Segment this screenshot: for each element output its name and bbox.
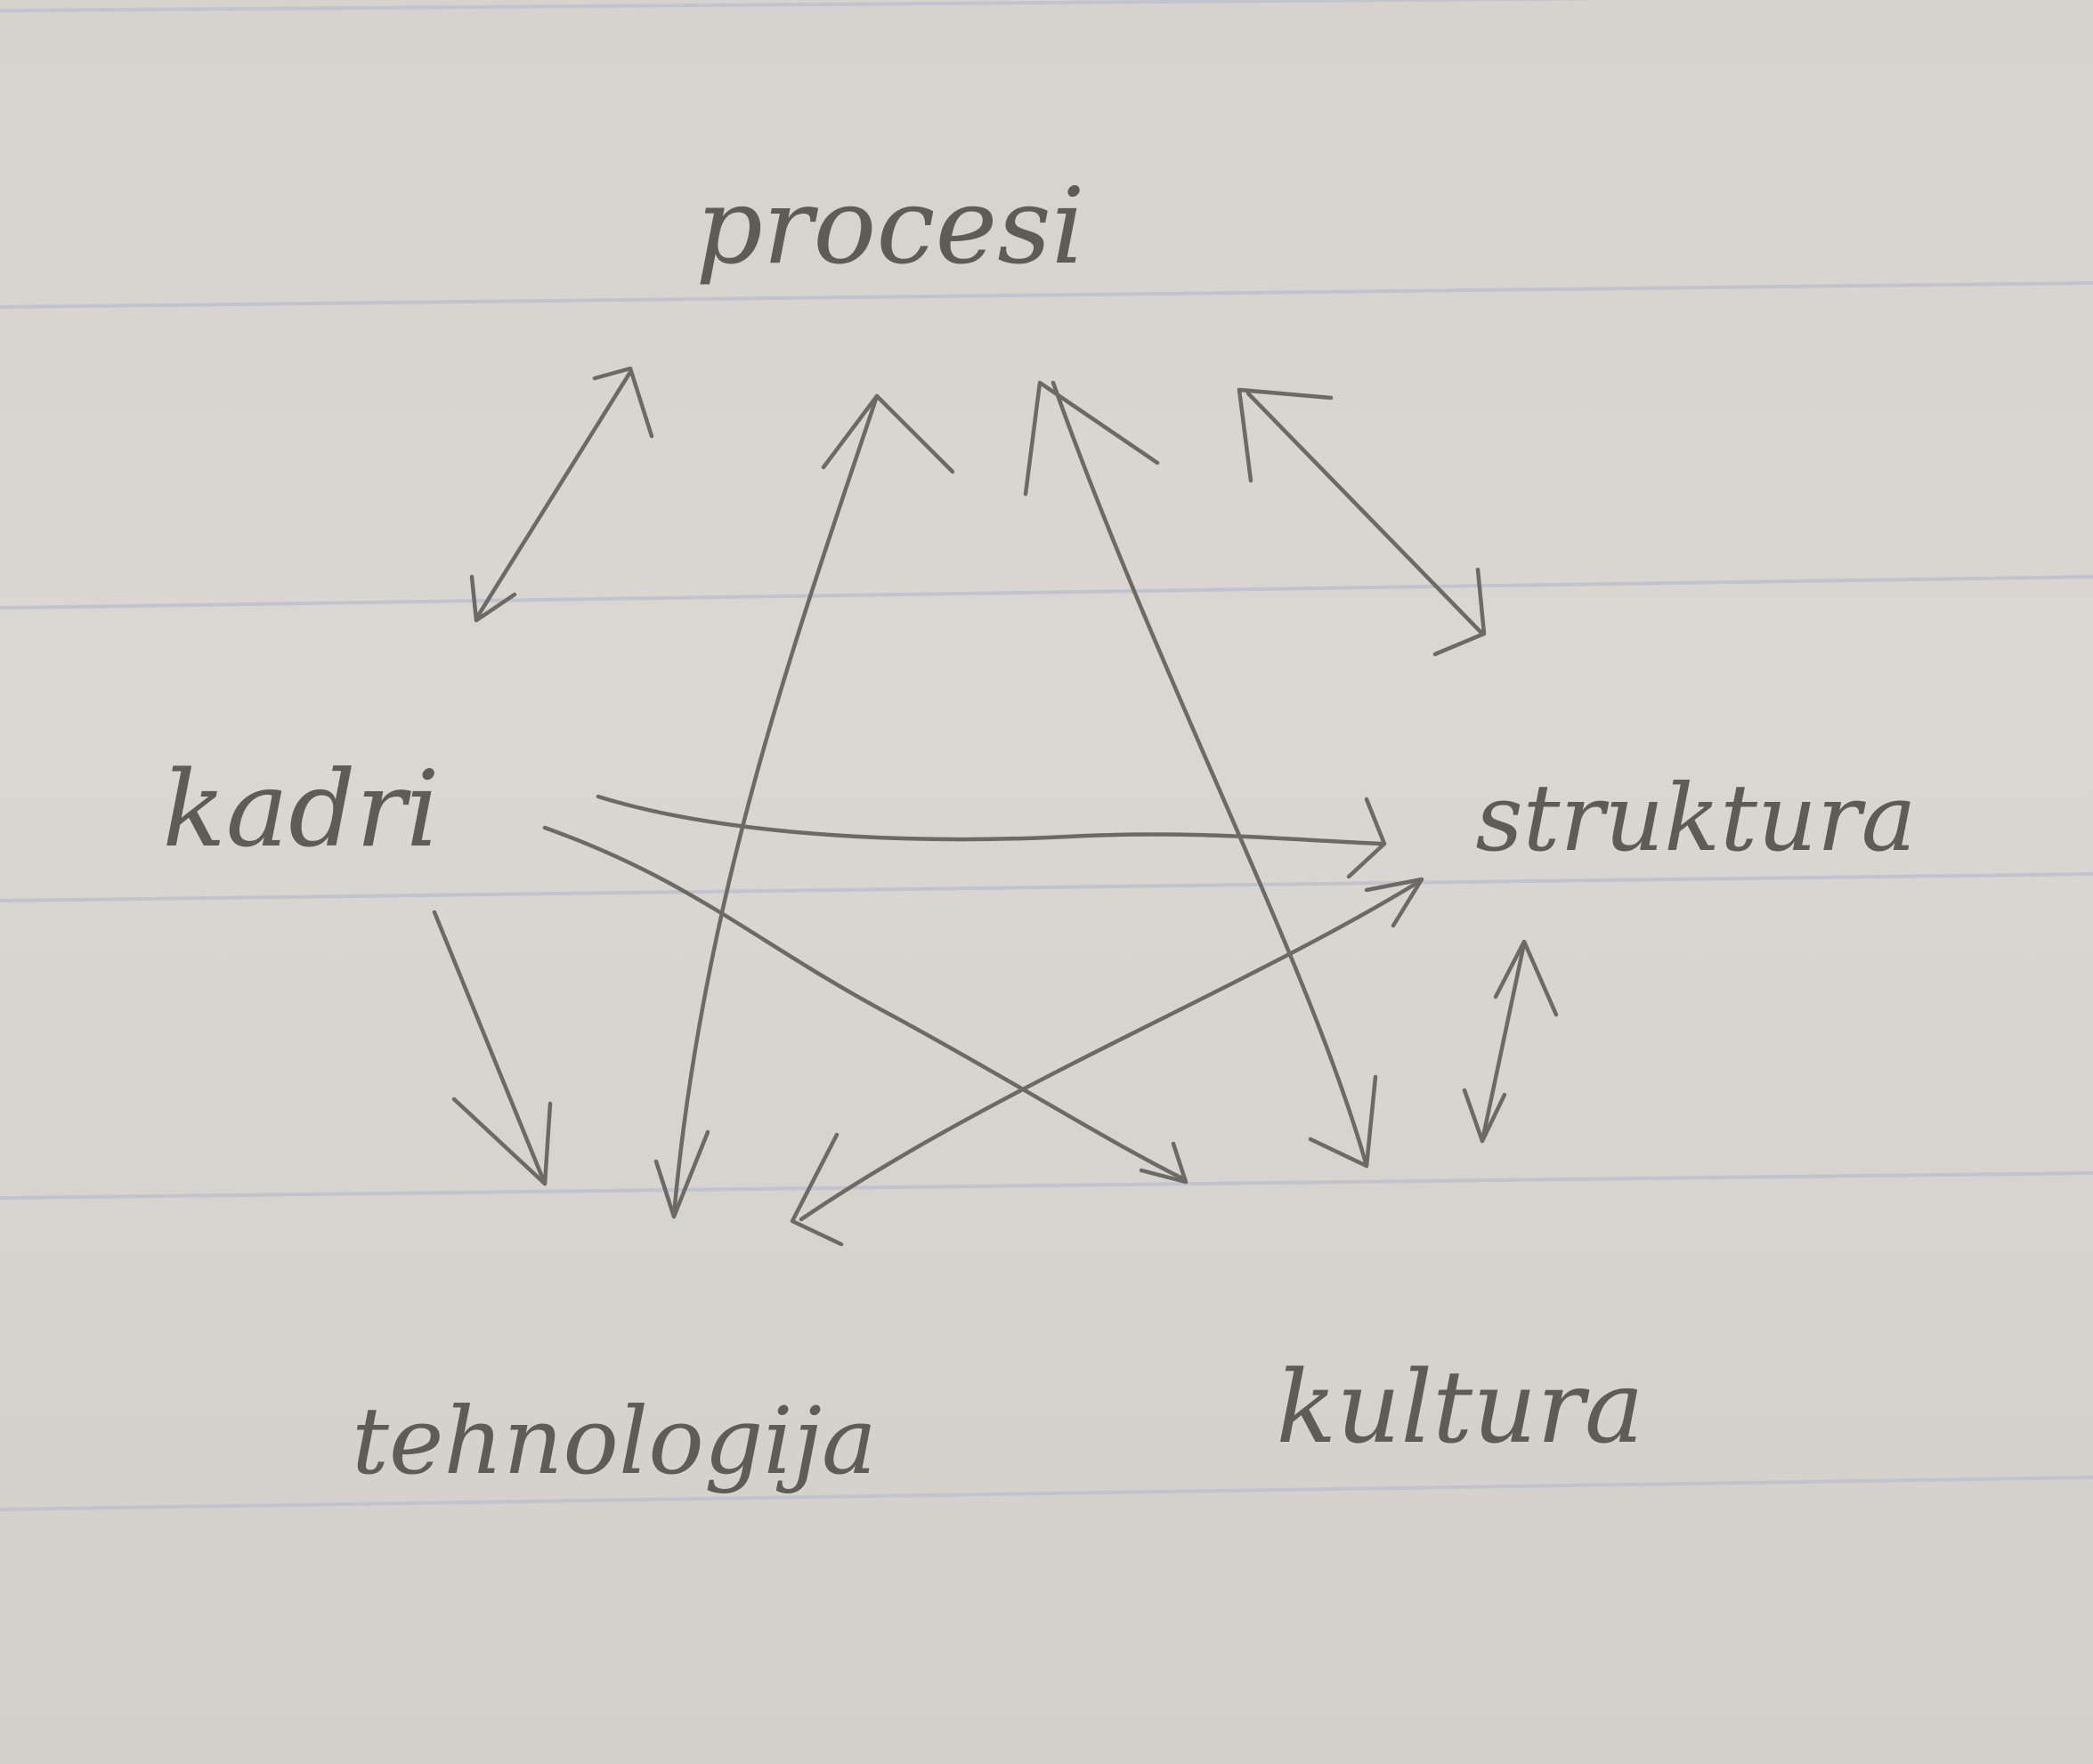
arrow-kadri-procesi: [469, 366, 654, 623]
arrow-kadri-kultura: [542, 825, 1188, 1185]
ruled-line: [0, 1476, 2093, 1511]
arrows: [432, 366, 1559, 1247]
relationship-diagram: procesi struktura kultura tehnologija ka…: [0, 0, 2093, 1511]
arrow-struktura-procesi: [1237, 387, 1487, 657]
notebook-page: procesi struktura kultura tehnologija ka…: [0, 0, 2093, 1764]
ruled-line: [0, 575, 2093, 610]
arrow-kultura-procesi: [1023, 380, 1378, 1169]
node-struktura: struktura: [1475, 764, 1916, 872]
node-tehnologija: tehnologija: [352, 1387, 877, 1495]
node-kultura: kultura: [1276, 1350, 1643, 1466]
arrow-struktura-tehnologija: [790, 877, 1424, 1247]
arrow-tehnologija-procesi: [653, 393, 955, 1219]
arrow-kadri-struktura: [596, 794, 1387, 879]
ruled-line: [0, 0, 1628, 12]
node-kadri: kadri: [162, 748, 440, 870]
arrow-struktura-kultura: [1462, 939, 1559, 1144]
node-procesi: procesi: [695, 165, 1084, 287]
ruled-line: [0, 1171, 2093, 1200]
arrow-kadri-tehnologija: [432, 910, 553, 1186]
ruled-line: [0, 872, 2093, 902]
node-labels: procesi struktura kultura tehnologija ka…: [162, 165, 1916, 1495]
